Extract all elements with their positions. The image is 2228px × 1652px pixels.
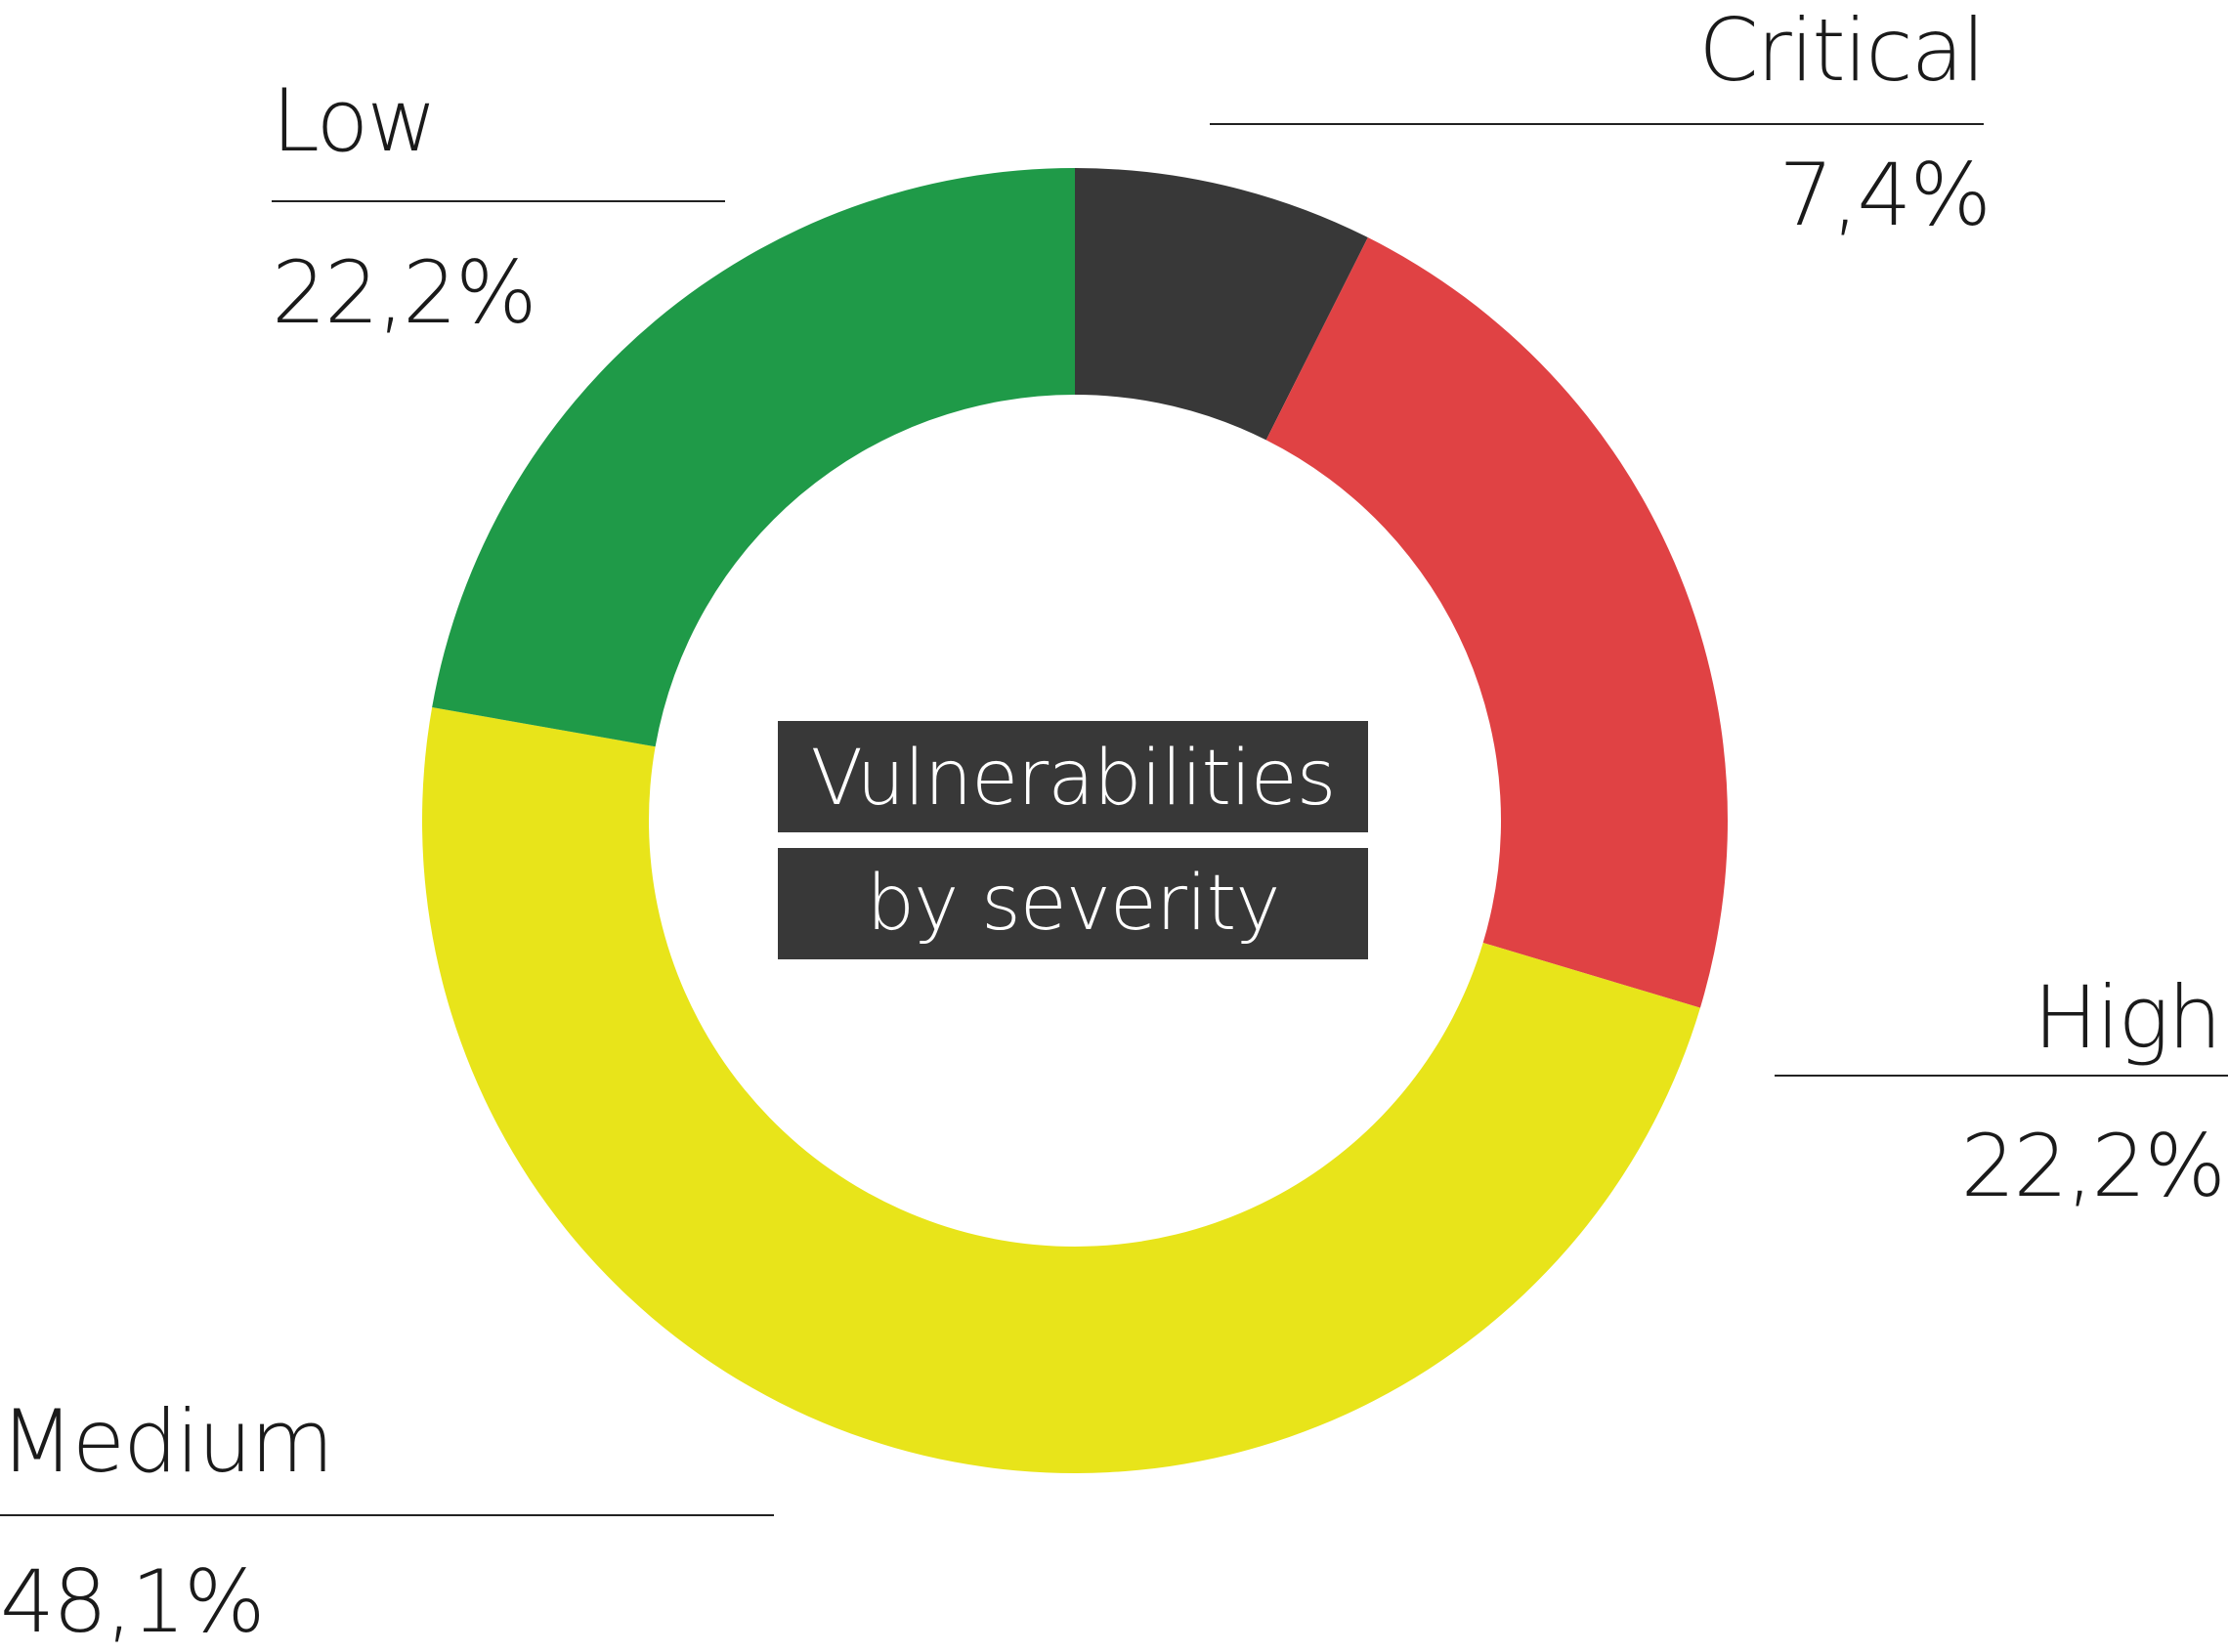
label-rule-high [1775, 1075, 2228, 1077]
slice-label-critical: Critical [1698, 0, 1986, 101]
slice-value-low: 22,2% [272, 242, 537, 343]
slice-value-medium: 48,1% [0, 1551, 266, 1652]
slice-label-medium: Medium [0, 1391, 334, 1492]
label-rule-medium [0, 1514, 774, 1516]
slice-label-high: High [2033, 967, 2222, 1068]
slice-value-high: 22,2% [1960, 1116, 2226, 1216]
chart-title-line-2: by severity [778, 848, 1368, 959]
slice-label-low: Low [272, 70, 437, 171]
label-rule-low [272, 200, 725, 202]
slice-value-critical: 7,4% [1778, 145, 1992, 245]
chart-title-line-1: Vulnerabilities [778, 721, 1368, 832]
label-rule-critical [1210, 123, 1984, 125]
